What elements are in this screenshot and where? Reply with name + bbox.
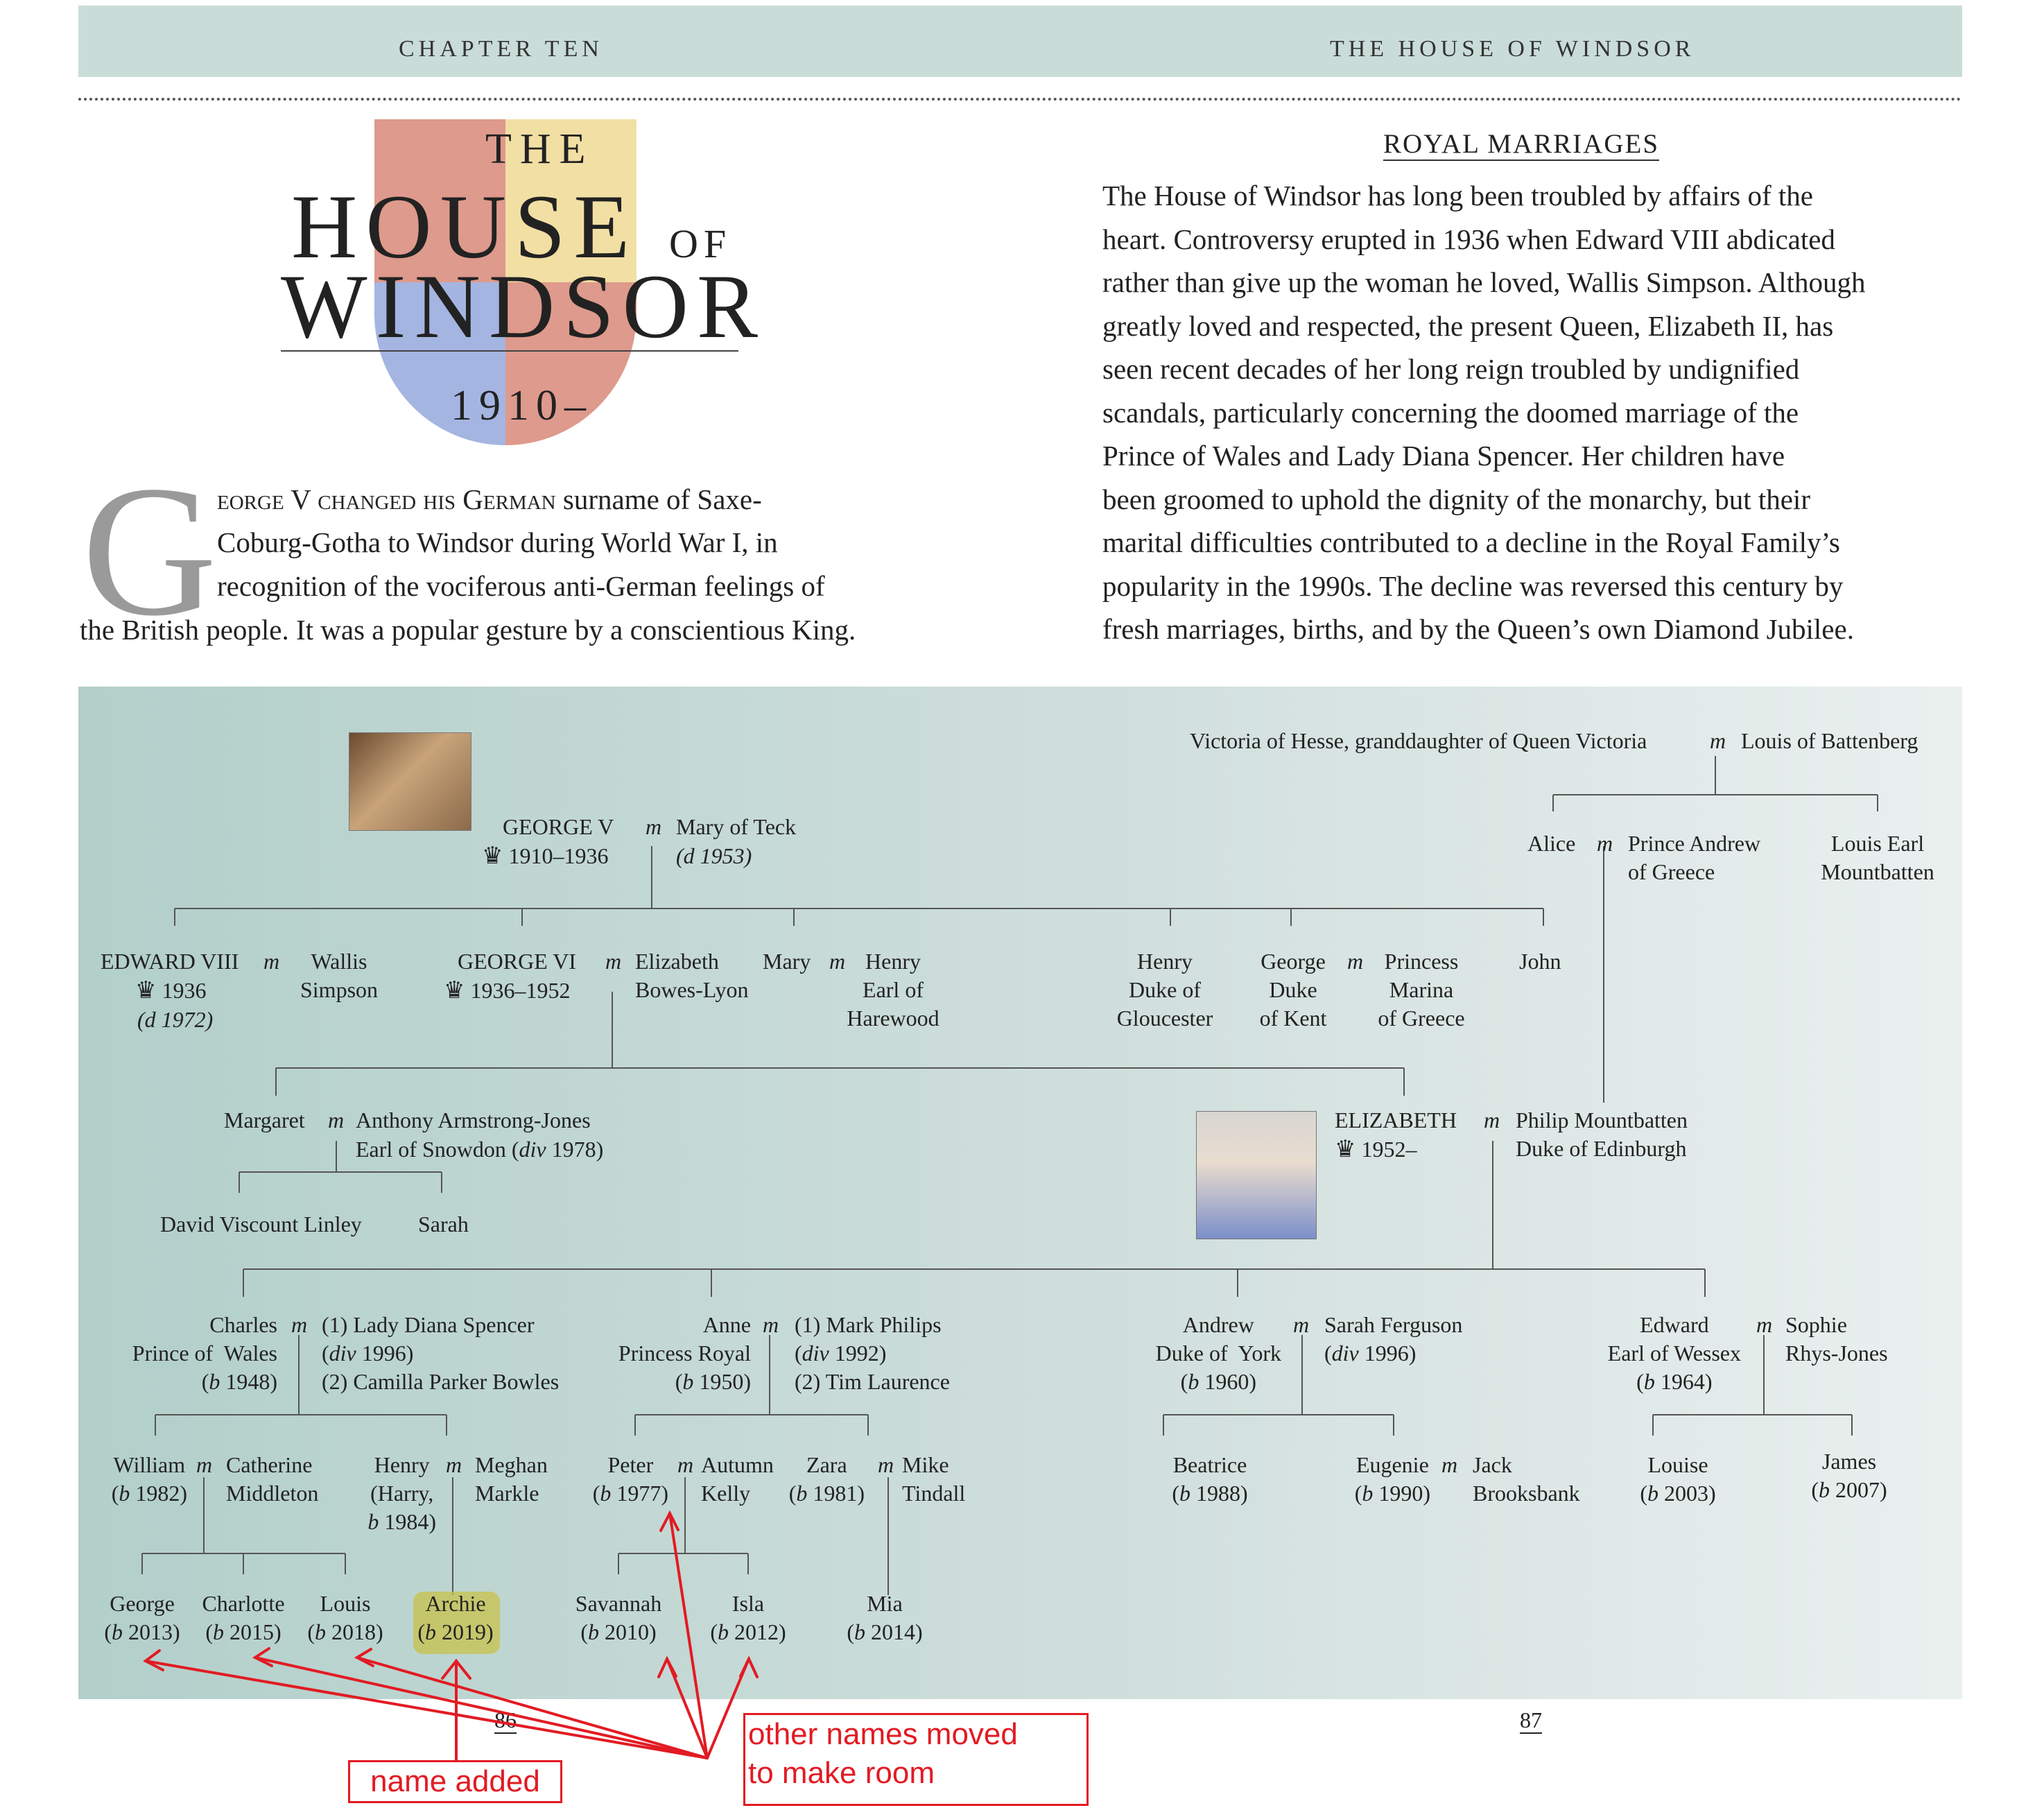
annotation-arrows xyxy=(143,1510,759,1762)
annotation-names-moved: other names moved to make room xyxy=(743,1713,1089,1806)
annotation-name-added: name added xyxy=(348,1760,562,1803)
